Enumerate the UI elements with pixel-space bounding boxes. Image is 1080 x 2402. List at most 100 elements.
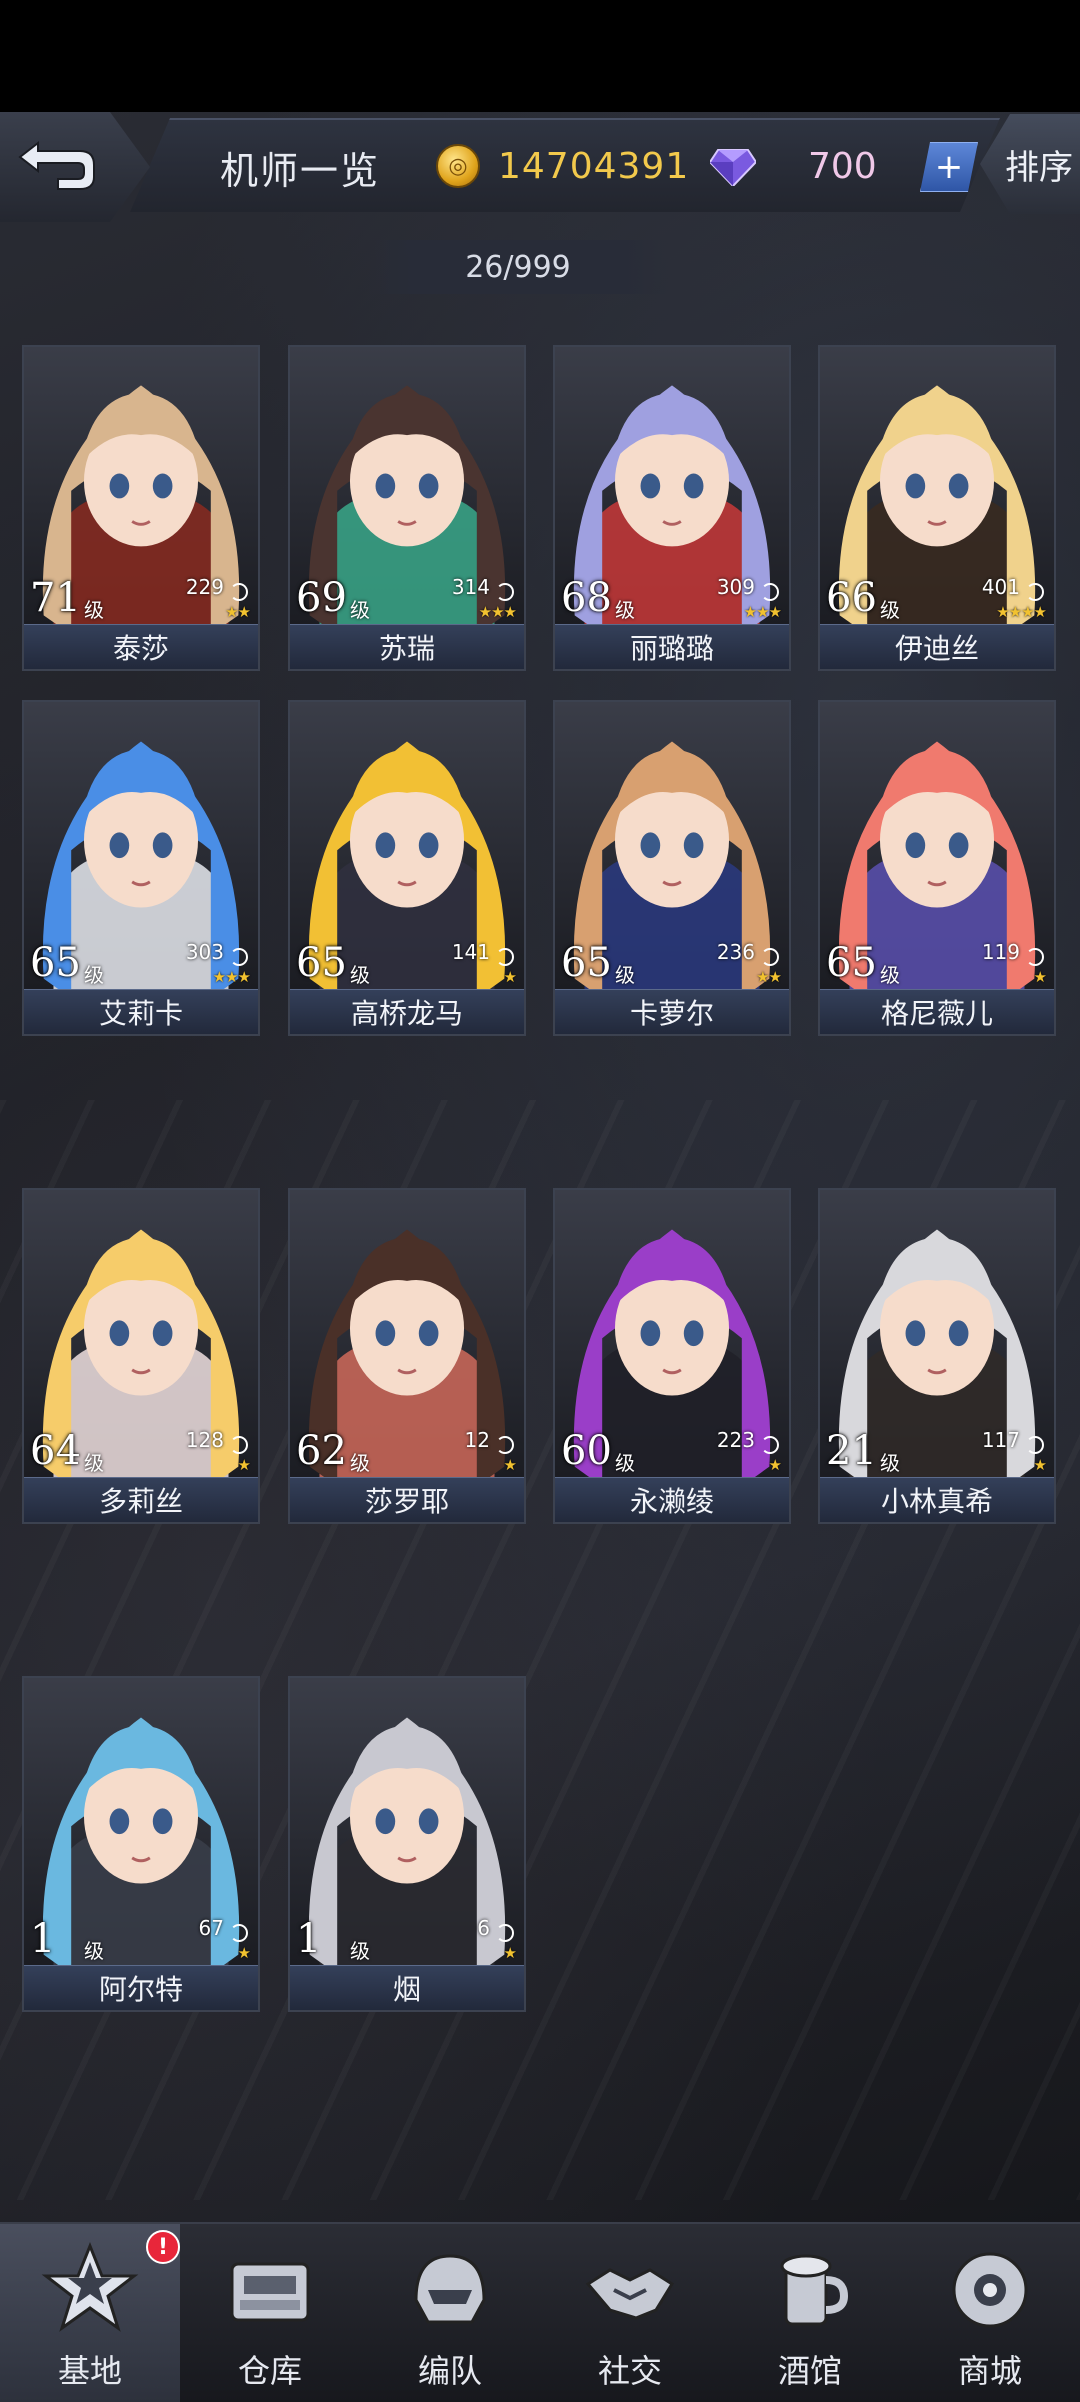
power-icon: [230, 1924, 248, 1942]
pilot-level-suffix: 级: [615, 1451, 635, 1475]
power-icon: [761, 583, 779, 601]
power-icon: [1026, 583, 1044, 601]
pilot-power: 117: [981, 1428, 1020, 1452]
pilot-stars: ★★★: [743, 603, 782, 621]
pilot-name: 多莉丝: [24, 1477, 258, 1522]
base-emblem-icon: [41, 2241, 139, 2332]
pilot-name: 伊迪丝: [820, 624, 1054, 669]
pilot-level-suffix: 级: [615, 598, 635, 622]
pilot-stars: ★★: [756, 968, 782, 986]
pilot-level: 65: [826, 940, 877, 986]
gold-currency: ◎ 14704391: [436, 142, 689, 190]
pilot-card[interactable]: 21 级 117 ★ 小林真希: [818, 1188, 1056, 1524]
pilot-power: 303: [185, 940, 224, 964]
nav-label-formation: 编队: [417, 2352, 482, 2390]
pilot-level-suffix: 级: [880, 963, 900, 987]
back-arrow-icon: [18, 140, 95, 190]
nav-item-warehouse[interactable]: 仓库: [180, 2224, 360, 2402]
pilot-level-suffix: 级: [350, 1451, 370, 1475]
power-icon: [496, 583, 514, 601]
pilot-card[interactable]: 69 级 314 ★★★ 苏瑞: [288, 345, 526, 671]
nav-item-shop[interactable]: 商城: [900, 2224, 1080, 2402]
pilot-level: 66: [826, 575, 877, 621]
pilot-card[interactable]: 65 级 141 ★ 高桥龙马: [288, 700, 526, 1036]
pilot-stars: ★: [237, 1456, 251, 1474]
nav-item-social[interactable]: 社交: [540, 2224, 720, 2402]
pilot-level: 69: [296, 575, 347, 621]
pilot-card[interactable]: 1 级 67 ★ 阿尔特: [22, 1676, 260, 2012]
nav-label-warehouse: 仓库: [237, 2352, 302, 2390]
pilot-stars: ★: [768, 1456, 782, 1474]
pilot-level-suffix: 级: [84, 1451, 104, 1475]
pilot-card[interactable]: 1 级 6 ★ 烟: [288, 1676, 526, 2012]
tavern-icon: [780, 2254, 849, 2326]
pilot-card[interactable]: 66 级 401 ★★★★ 伊迪丝: [818, 345, 1056, 671]
add-gems-button[interactable]: +: [920, 142, 978, 192]
pilot-power: 119: [981, 940, 1020, 964]
shop-icon: [952, 2252, 1028, 2328]
pilot-level: 65: [30, 940, 81, 986]
pilot-name: 小林真希: [820, 1477, 1054, 1522]
pilot-power: 128: [185, 1428, 224, 1452]
pilot-level-suffix: 级: [350, 1939, 370, 1963]
pilot-name: 泰莎: [24, 624, 258, 669]
pilot-card[interactable]: 71 级 229 ★★ 泰莎: [22, 345, 260, 671]
pilot-stars: ★: [503, 1944, 517, 1962]
nav-item-tavern[interactable]: 酒馆: [720, 2224, 900, 2402]
pilot-count: 26/999: [368, 240, 668, 294]
nav-item-formation[interactable]: 编队: [360, 2224, 540, 2402]
pilot-level: 71: [30, 575, 81, 621]
pilot-name: 丽璐璐: [555, 624, 789, 669]
pilot-name: 苏瑞: [290, 624, 524, 669]
nav-label-base: 基地: [57, 2352, 122, 2390]
pilot-card[interactable]: 68 级 309 ★★★ 丽璐璐: [553, 345, 791, 671]
pilot-level: 1: [296, 1916, 322, 1962]
back-button[interactable]: [0, 112, 150, 222]
alert-badge: !: [146, 2230, 180, 2264]
pilot-name: 艾莉卡: [24, 989, 258, 1034]
power-icon: [496, 1436, 514, 1454]
pilot-level-suffix: 级: [880, 598, 900, 622]
pilot-card[interactable]: 60 级 223 ★ 永濑绫: [553, 1188, 791, 1524]
gem-amount: 700: [808, 146, 877, 187]
pilot-level-suffix: 级: [350, 963, 370, 987]
warehouse-icon: [230, 2262, 310, 2322]
status-bar: [0, 0, 1080, 112]
nav-item-base[interactable]: 基地 !: [0, 2224, 180, 2402]
pilot-level-suffix: 级: [615, 963, 635, 987]
pilot-stars: ★: [1033, 968, 1047, 986]
power-icon: [1026, 948, 1044, 966]
pilot-card[interactable]: 62 级 12 ★ 莎罗耶: [288, 1188, 526, 1524]
pilot-card[interactable]: 65 级 303 ★★★ 艾莉卡: [22, 700, 260, 1036]
pilot-power: 314: [451, 575, 490, 599]
pilot-card[interactable]: 64 级 128 ★ 多莉丝: [22, 1188, 260, 1524]
pilot-stars: ★: [1033, 1456, 1047, 1474]
pilot-power: 401: [981, 575, 1020, 599]
pilot-power: 67: [198, 1916, 224, 1940]
nav-label-shop: 商城: [957, 2352, 1022, 2390]
handshake-icon: [585, 2268, 675, 2320]
pilot-level: 60: [561, 1428, 612, 1474]
pilot-level: 62: [296, 1428, 347, 1474]
pilot-power: 6: [477, 1916, 490, 1940]
pilot-level-suffix: 级: [880, 1451, 900, 1475]
pilot-name: 永濑绫: [555, 1477, 789, 1522]
pilot-power: 309: [716, 575, 755, 599]
pilot-name: 莎罗耶: [290, 1477, 524, 1522]
nav-label-tavern: 酒馆: [777, 2352, 842, 2390]
pilot-level: 68: [561, 575, 612, 621]
pilot-level-suffix: 级: [84, 963, 104, 987]
pilot-stars: ★★: [225, 603, 251, 621]
pilot-level: 1: [30, 1916, 56, 1962]
pilot-stars: ★★★: [478, 603, 517, 621]
pilot-stars: ★: [237, 1944, 251, 1962]
pilot-name: 格尼薇儿: [820, 989, 1054, 1034]
helmet-icon: [414, 2254, 486, 2324]
power-icon: [761, 1436, 779, 1454]
pilot-card[interactable]: 65 级 236 ★★ 卡萝尔: [553, 700, 791, 1036]
pilot-name: 烟: [290, 1965, 524, 2010]
pilot-portrait: [290, 1678, 524, 2010]
pilot-card[interactable]: 65 级 119 ★ 格尼薇儿: [818, 700, 1056, 1036]
power-icon: [230, 583, 248, 601]
pilot-stars: ★: [503, 968, 517, 986]
